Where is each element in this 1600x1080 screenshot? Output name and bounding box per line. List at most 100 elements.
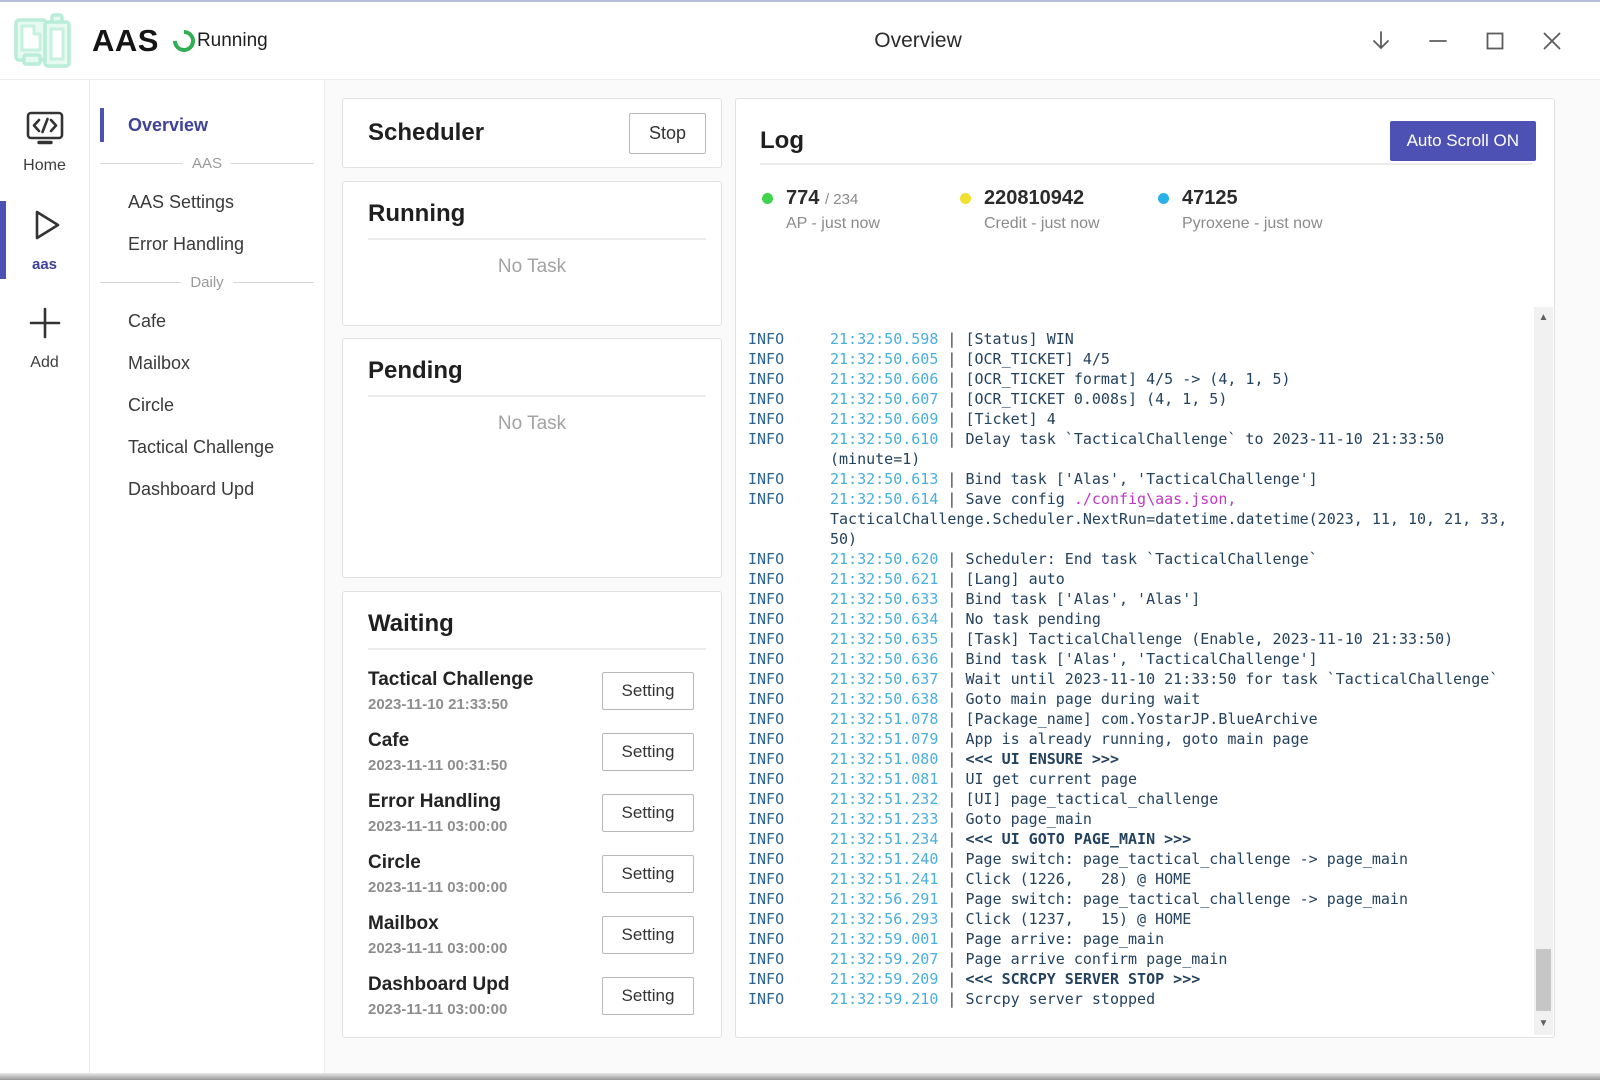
log-separator: | xyxy=(938,570,965,588)
log-message: <<< UI ENSURE >>> xyxy=(965,750,1119,768)
sidebar-item-tactical-challenge[interactable]: Tactical Challenge xyxy=(90,426,324,468)
log-timestamp: 21:32:51.079 xyxy=(830,730,938,748)
log-timestamp: 21:32:51.232 xyxy=(830,790,938,808)
setting-button[interactable]: Setting xyxy=(602,733,694,771)
log-timestamp: 21:32:50.609 xyxy=(830,410,938,428)
scroll-thumb[interactable] xyxy=(1536,949,1551,1011)
play-icon xyxy=(25,205,65,250)
log-level: INFO xyxy=(748,809,830,829)
scheduler-card: Scheduler Stop xyxy=(342,98,722,168)
log-entry: INFO21:32:50.636 | Bind task ['Alas', 'T… xyxy=(748,649,1520,669)
sidebar-item-overview[interactable]: Overview xyxy=(90,104,324,146)
log-level: INFO xyxy=(748,829,830,849)
log-timestamp: 21:32:51.080 xyxy=(830,750,938,768)
main-area: Scheduler Stop Running No Task Pending N… xyxy=(325,80,1600,1073)
running-title: Running xyxy=(343,200,721,228)
log-separator: | xyxy=(938,790,965,808)
setting-button[interactable]: Setting xyxy=(602,672,694,710)
sidebar-item-error-handling[interactable]: Error Handling xyxy=(90,223,324,265)
sidebar-item-mailbox[interactable]: Mailbox xyxy=(90,342,324,384)
scheduler-title: Scheduler xyxy=(368,119,484,147)
setting-button[interactable]: Setting xyxy=(602,794,694,832)
sidebar: OverviewAASAAS SettingsError HandlingDai… xyxy=(90,80,325,1073)
log-entry-content: 21:32:50.609 | [Ticket] 4 xyxy=(830,409,1520,429)
log-entry-content: 21:32:59.207 | Page arrive confirm page_… xyxy=(830,949,1520,969)
titlebar: AAS Running Overview xyxy=(0,2,1600,80)
stat-text: 220810942Credit - just now xyxy=(984,187,1100,233)
log-message: Click (1237, 15) @ HOME xyxy=(965,910,1191,928)
log-entry-content: 21:32:50.606 | [OCR_TICKET format] 4/5 -… xyxy=(830,369,1520,389)
waiting-task-info: Dashboard Upd2023-11-11 03:00:00 xyxy=(368,974,509,1018)
waiting-task-name: Circle xyxy=(368,852,507,874)
setting-button[interactable]: Setting xyxy=(602,916,694,954)
scroll-down-icon[interactable]: ▼ xyxy=(1534,1015,1553,1033)
log-message: <<< SCRCPY SERVER STOP >>> xyxy=(965,970,1200,988)
setting-button[interactable]: Setting xyxy=(602,855,694,893)
log-entry-content: 21:32:50.621 | [Lang] auto xyxy=(830,569,1520,589)
waiting-task-row: Error Handling2023-11-11 03:00:00Setting xyxy=(368,782,694,843)
running-card: Running No Task xyxy=(342,181,722,326)
log-level: INFO xyxy=(748,789,830,809)
code-monitor-icon xyxy=(24,110,66,151)
log-separator: | xyxy=(938,550,965,568)
app-name: AAS xyxy=(92,23,159,59)
sidebar-item-aas-settings[interactable]: AAS Settings xyxy=(90,181,324,223)
close-icon[interactable] xyxy=(1540,29,1564,53)
pending-card: Pending No Task xyxy=(342,338,722,578)
log-level: INFO xyxy=(748,609,830,629)
log-entry: INFO21:32:56.291 | Page switch: page_tac… xyxy=(748,889,1520,909)
log-timestamp: 21:32:50.607 xyxy=(830,390,938,408)
log-level: INFO xyxy=(748,349,830,369)
log-timestamp: 21:32:50.605 xyxy=(830,350,938,368)
rail-item-add[interactable]: Add xyxy=(0,297,89,380)
log-separator: | xyxy=(938,630,965,648)
rail-item-aas[interactable]: aas xyxy=(0,199,89,281)
log-entry: INFO21:32:51.234 | <<< UI GOTO PAGE_MAIN… xyxy=(748,829,1520,849)
log-separator: | xyxy=(938,350,965,368)
log-timestamp: 21:32:51.234 xyxy=(830,830,938,848)
log-timestamp: 21:32:50.613 xyxy=(830,470,938,488)
window-controls xyxy=(1369,29,1564,53)
log-stats: 774 / 234AP - just now220810942Credit - … xyxy=(736,165,1554,233)
log-entry: INFO21:32:50.638 | Goto main page during… xyxy=(748,689,1520,709)
setting-button[interactable]: Setting xyxy=(602,977,694,1015)
maximize-icon[interactable] xyxy=(1483,29,1507,53)
log-entry-content: 21:32:50.598 | [Status] WIN xyxy=(830,329,1520,349)
waiting-task-name: Cafe xyxy=(368,730,507,752)
log-view[interactable]: INFO21:32:50.598 | [Status] WININFO21:32… xyxy=(736,305,1554,1037)
stop-button[interactable]: Stop xyxy=(629,113,706,154)
log-separator: | xyxy=(938,710,965,728)
sidebar-section-aas: AAS xyxy=(100,155,314,172)
log-entry-content: 21:32:56.293 | Click (1237, 15) @ HOME xyxy=(830,909,1520,929)
waiting-task-time: 2023-11-11 03:00:00 xyxy=(368,1001,509,1018)
log-entry-content: 21:32:51.078 | [Package_name] com.Yostar… xyxy=(830,709,1520,729)
log-message: [OCR_TICKET format] 4/5 -> (4, 1, 5) xyxy=(965,370,1290,388)
log-entry: INFO21:32:59.209 | <<< SCRCPY SERVER STO… xyxy=(748,969,1520,989)
log-entry: INFO21:32:50.614 | Save config ./config\… xyxy=(748,489,1520,549)
log-message: [Task] TacticalChallenge (Enable, 2023-1… xyxy=(965,630,1453,648)
log-message: Scrcpy server stopped xyxy=(965,990,1155,1008)
stat-label: Pyroxene - just now xyxy=(1182,215,1323,233)
log-message: Page arrive confirm page_main xyxy=(965,950,1227,968)
log-title: Log xyxy=(760,127,804,155)
sidebar-item-circle[interactable]: Circle xyxy=(90,384,324,426)
waiting-task-name: Tactical Challenge xyxy=(368,669,533,691)
rail-item-home[interactable]: Home xyxy=(0,104,89,183)
log-entry-content: 21:32:50.634 | No task pending xyxy=(830,609,1520,629)
scroll-up-icon[interactable]: ▲ xyxy=(1534,309,1553,327)
log-entry-content: 21:32:50.637 | Wait until 2023-11-10 21:… xyxy=(830,669,1520,689)
minimize-icon[interactable] xyxy=(1426,29,1450,53)
log-separator: | xyxy=(938,330,965,348)
log-message: [Package_name] com.YostarJP.BlueArchive xyxy=(965,710,1317,728)
waiting-task-row: Circle2023-11-11 03:00:00Setting xyxy=(368,843,694,904)
log-scrollbar[interactable]: ▲ ▼ xyxy=(1534,307,1553,1035)
log-entry-content: 21:32:51.240 | Page switch: page_tactica… xyxy=(830,849,1520,869)
log-entry: INFO21:32:51.079 | App is already runnin… xyxy=(748,729,1520,749)
download-icon[interactable] xyxy=(1369,29,1393,53)
log-entry: INFO21:32:59.001 | Page arrive: page_mai… xyxy=(748,929,1520,949)
log-separator: | xyxy=(938,950,965,968)
sidebar-item-dashboard-upd[interactable]: Dashboard Upd xyxy=(90,468,324,510)
sidebar-item-cafe[interactable]: Cafe xyxy=(90,300,324,342)
log-stat: 220810942Credit - just now xyxy=(960,187,1158,233)
auto-scroll-button[interactable]: Auto Scroll ON xyxy=(1390,121,1536,161)
